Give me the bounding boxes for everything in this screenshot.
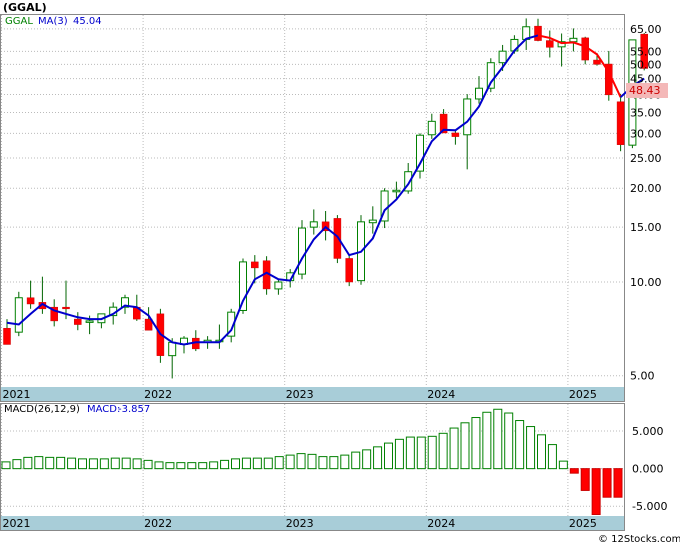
macd-bar	[515, 420, 525, 470]
macd-bar	[110, 457, 120, 470]
macd-tick-label: 0.000	[632, 463, 664, 476]
price-tick-label: 50.00	[630, 58, 662, 71]
macd-bar	[296, 453, 306, 470]
price-tick-label: 20.00	[630, 182, 662, 195]
macd-bar	[482, 411, 492, 470]
macd-bar	[263, 457, 273, 470]
year-tick-label: 2025	[569, 517, 597, 530]
price-y-axis: 65.0055.0050.0045.0040.0035.0030.0025.00…	[630, 23, 662, 383]
macd-bar	[373, 446, 383, 470]
year-tick-label: 2024	[427, 388, 455, 401]
macd-bar	[547, 444, 557, 470]
last-price-tag: 48.43	[629, 84, 661, 97]
price-tick-label: 65.00	[630, 23, 662, 36]
macd-legend-value: -3.857	[118, 404, 150, 415]
macd-bar	[449, 427, 459, 470]
macd-bar	[12, 459, 22, 470]
macd-bar	[187, 462, 197, 470]
macd-y-axis: 5.000 0.000 -5.000	[632, 425, 667, 513]
macd-bar	[460, 422, 470, 470]
candle	[14, 291, 23, 337]
macd-bar	[252, 457, 262, 470]
year-tick-label: 2025	[569, 388, 597, 401]
macd-bar	[362, 449, 372, 470]
candle	[345, 253, 353, 287]
macd-bar	[67, 457, 77, 470]
macd-bar	[285, 454, 295, 470]
macd-bar	[99, 458, 109, 470]
macd-bar	[504, 412, 514, 470]
macd-bar	[78, 458, 87, 470]
year-tick-label: 2023	[286, 517, 314, 530]
legend-ma-label: MA(3)	[38, 16, 68, 27]
year-tick-label: 2024	[427, 517, 455, 530]
macd-bar	[329, 456, 339, 470]
macd-bar	[307, 453, 317, 470]
candle	[298, 220, 306, 280]
macd-bar	[471, 417, 481, 470]
macd-bar	[34, 456, 44, 470]
legend-symbol: GGAL	[5, 16, 33, 27]
macd-bar	[493, 408, 503, 470]
macd-bar	[241, 457, 251, 470]
candle	[581, 36, 589, 65]
macd-bar	[405, 436, 415, 470]
macd-bar	[176, 462, 186, 470]
macd-bar	[88, 458, 98, 470]
macd-legend-label: MACD:	[87, 404, 120, 415]
price-tick-label: 5.00	[630, 370, 655, 383]
watermark: © 12Stocks.com	[598, 534, 680, 545]
macd-bar	[416, 436, 426, 470]
macd-bar	[23, 456, 33, 470]
macd-bar	[340, 454, 350, 470]
macd-bar	[558, 460, 568, 470]
year-tick-label: 2021	[3, 388, 31, 401]
macd-bar	[154, 461, 164, 470]
macd-bar	[220, 459, 230, 470]
stock-chart: 65.0055.0050.0045.0040.0035.0030.0025.00…	[0, 1, 680, 545]
macd-bar	[1, 461, 11, 470]
macd-bar	[526, 426, 536, 470]
macd-bar	[384, 442, 393, 470]
price-tick-label: 30.00	[630, 127, 662, 140]
macd-bar	[537, 434, 546, 470]
macd-bar	[351, 451, 361, 470]
macd-tick-label: 5.000	[632, 425, 664, 438]
macd-bar	[274, 456, 284, 470]
macd-bar	[165, 462, 175, 470]
price-tick-label: 25.00	[630, 152, 662, 165]
macd-legend-name: MACD(26,12,9)	[4, 404, 80, 415]
macd-bar	[143, 459, 153, 470]
macd-bar	[602, 468, 612, 498]
candle	[616, 93, 625, 152]
price-tick-label: 10.00	[630, 276, 662, 289]
year-tick-label: 2022	[144, 388, 172, 401]
year-tick-label: 2023	[286, 388, 314, 401]
macd-bar	[121, 457, 131, 470]
macd-bar	[132, 458, 142, 470]
legend-ma-value: 45.04	[73, 16, 102, 27]
macd-bar	[613, 468, 623, 498]
macd-bar	[394, 438, 404, 470]
macd-tick-label: -5.000	[632, 500, 667, 513]
macd-bar	[580, 468, 590, 491]
macd-bar	[231, 458, 240, 470]
macd-bar	[591, 468, 601, 515]
macd-bar	[209, 461, 219, 470]
price-tick-label: 15.00	[630, 221, 662, 234]
chart-title: (GGAL)	[3, 1, 47, 14]
price-tick-label: 35.00	[630, 107, 662, 120]
macd-bar	[198, 462, 208, 470]
candle	[262, 256, 271, 295]
macd-bar	[438, 432, 448, 470]
macd-bar	[427, 435, 437, 470]
macd-bar	[45, 456, 55, 470]
price-panel-frame	[0, 14, 625, 402]
year-tick-label: 2021	[3, 517, 31, 530]
macd-bar	[318, 456, 328, 470]
price-tick-label: 55.00	[630, 45, 662, 58]
macd-bar	[56, 456, 66, 470]
year-tick-label: 2022	[144, 517, 172, 530]
macd-bar	[569, 468, 579, 474]
